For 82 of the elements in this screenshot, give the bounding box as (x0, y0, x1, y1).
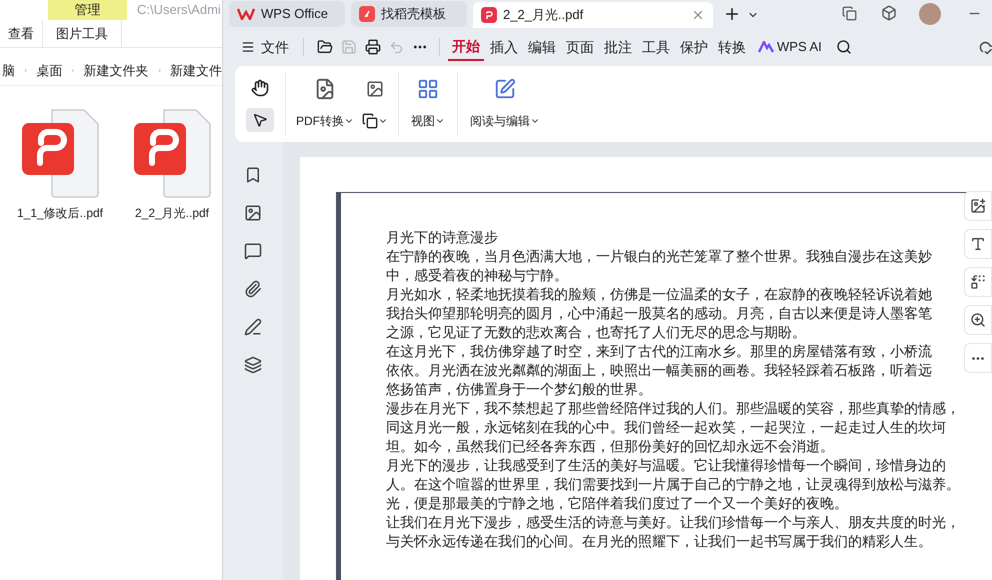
document-text-line: 在这月光下，我仿佛穿越了时空，来到了古代的江南水乡。那里的房屋错落有致，小桥流 (386, 343, 932, 362)
pdf-app-icon (481, 7, 497, 23)
document-text-line: 月光下的诗意漫步 (386, 229, 498, 248)
cube-icon[interactable] (881, 5, 897, 21)
address-path: C:\Users\Admi (137, 1, 221, 19)
grid-icon (417, 78, 439, 100)
image-edit-icon (970, 198, 986, 214)
layers-icon[interactable] (244, 356, 262, 374)
select-tool[interactable] (246, 108, 274, 132)
edit-image-button[interactable] (964, 191, 992, 221)
document-text-line: 中，感受着夜的神秘与宁静。 (386, 267, 568, 286)
search-icon[interactable] (836, 39, 852, 55)
ribbon-menu-tab[interactable]: 转换 (714, 33, 750, 61)
document-text-line: 悠扬笛声，仿佛置身于一个梦幻般的世界。 (386, 381, 652, 400)
file-name[interactable]: 1_1_修改后..pdf (16, 204, 104, 222)
pdf-file-icon (132, 108, 212, 198)
template-app-icon (359, 6, 375, 22)
pointer-icon (252, 112, 268, 128)
file-name[interactable]: 2_2_月光..pdf (134, 204, 210, 222)
read-edit-button[interactable]: 阅读与编辑 (458, 72, 552, 136)
wps-logo-icon (237, 8, 255, 20)
document-text-line: 坦。如今，虽然我们已经各奔东西，但那份美好的回忆却永远不会消逝。 (386, 438, 834, 457)
picture-icon[interactable] (366, 80, 384, 98)
edit-text-button[interactable] (964, 229, 992, 259)
document-text-line: 之源，它见证了无数的悲欢离合，也寄托了人们无尽的思念与期盼。 (386, 324, 806, 343)
wps-ai-button[interactable]: WPS AI (758, 37, 822, 57)
ribbon-tab[interactable]: 图片工具 (42, 20, 122, 47)
ribbon-menu-tab[interactable]: 开始 (448, 33, 484, 61)
pdf-convert-button[interactable]: PDF转换 (296, 72, 354, 136)
attachment-icon[interactable] (244, 280, 262, 298)
text-icon (970, 236, 986, 252)
ai-logo-icon (758, 41, 774, 53)
convert-icon (970, 274, 986, 290)
pdf-file-icon (20, 108, 100, 198)
breadcrumb-item[interactable]: 新建文件夹 (84, 60, 149, 80)
app-tab[interactable]: WPS Office (229, 1, 345, 27)
thumbnail-icon[interactable] (244, 204, 262, 222)
ribbon-tab[interactable]: 查看 (0, 20, 42, 47)
convert-button[interactable] (964, 267, 992, 297)
tab-label: WPS Office (261, 5, 329, 24)
menu-icon (241, 40, 255, 54)
new-tab-icon[interactable] (723, 5, 741, 23)
zoom-in-button[interactable] (964, 305, 992, 335)
more-icon (972, 356, 984, 360)
ribbon-menu-tab[interactable]: 插入 (486, 33, 522, 61)
bookmark-icon[interactable] (244, 166, 262, 184)
tab-label: 找稻壳模板 (381, 5, 447, 24)
document-text-line: 同这月光一般，永远铭刻在我的心中。我们曾经一起欢笑，一起哭泣，一起走过人生的坎坷 (386, 419, 946, 438)
app-tab[interactable]: 2_2_月光..pdf (473, 2, 713, 28)
close-icon[interactable] (691, 8, 705, 22)
ribbon-menu-tab[interactable]: 保护 (676, 33, 712, 61)
document-text-line: 在宁静的夜晚，当月色洒满大地，一片银白的光芒笼罩了整个世界。我独自漫步在这美妙 (386, 248, 932, 267)
breadcrumb-item[interactable]: 脑 (2, 60, 15, 80)
ribbon-menu-tab[interactable]: 编辑 (524, 33, 560, 61)
breadcrumb-item[interactable]: 桌面 (36, 60, 62, 80)
tab-label: 2_2_月光..pdf (503, 6, 584, 24)
hand-icon (251, 79, 269, 97)
document-text-line: 与关怀永远传递在我们的心间。在月光的照耀下，让我们一起书写属于我们的精彩人生。 (386, 533, 932, 552)
breadcrumb-item[interactable]: 新建文件 (170, 60, 222, 80)
copy-icon[interactable] (362, 112, 378, 128)
document-text-line: 光，便是那最美的宁静之地，它陪伴着我们度过了一个又一个美好的夜晚。 (386, 495, 848, 514)
view-button[interactable]: 视图 (399, 72, 457, 136)
document-text-line: 月光下的漫步，让我感受到了生活的美好与温暖。它让我懂得珍惜每一个瞬间，珍惜身边的 (386, 457, 946, 476)
zoom-in-icon (970, 312, 986, 328)
ribbon-menu-tab[interactable]: 批注 (600, 33, 636, 61)
ribbon-menu-tab[interactable]: 页面 (562, 33, 598, 61)
signature-icon[interactable] (244, 318, 262, 336)
document-text-line: 月光如水，轻柔地抚摸着我的脸颊，仿佛是一位温柔的女子，在寂静的夜晚轻轻诉说着她 (386, 286, 932, 305)
manage-context-tab[interactable]: 管理 (48, 0, 127, 20)
document-text-line: 漫步在月光下，我不禁想起了那些曾经陪伴过我的人们。那些温暖的笑容，那些真挚的情感， (386, 400, 960, 419)
open-folder-icon[interactable] (317, 39, 333, 55)
app-tab[interactable]: 找稻壳模板 (351, 1, 467, 27)
document-text-line: 让我们在月光下漫步，感受生活的诗意与美好。让我们珍惜每一个与亲人、朋友共度的时光， (386, 514, 960, 533)
ribbon-menu-tab[interactable]: 工具 (638, 33, 674, 61)
edit-icon (494, 78, 516, 100)
comment-icon[interactable] (244, 242, 262, 260)
file-menu[interactable]: 文件 (237, 36, 293, 58)
document-text-line: 依依。月光洒在波光粼粼的湖面上，映照出一幅美丽的画卷。我轻轻踩着石板路，听着远 (386, 362, 932, 381)
document-text-line: 我抬头仰望那轮明亮的圆月，心中涌起一股莫名的感动。月亮，自古以来便是诗人墨客笔 (386, 305, 932, 324)
document-text-line: 人。在这个喧嚣的世界里，我们需要找到一片属于自己的宁静之地，让灵魂得到放松与滋养。 (386, 476, 960, 495)
print-icon[interactable] (365, 39, 381, 55)
restore-window-icon[interactable] (842, 6, 857, 21)
